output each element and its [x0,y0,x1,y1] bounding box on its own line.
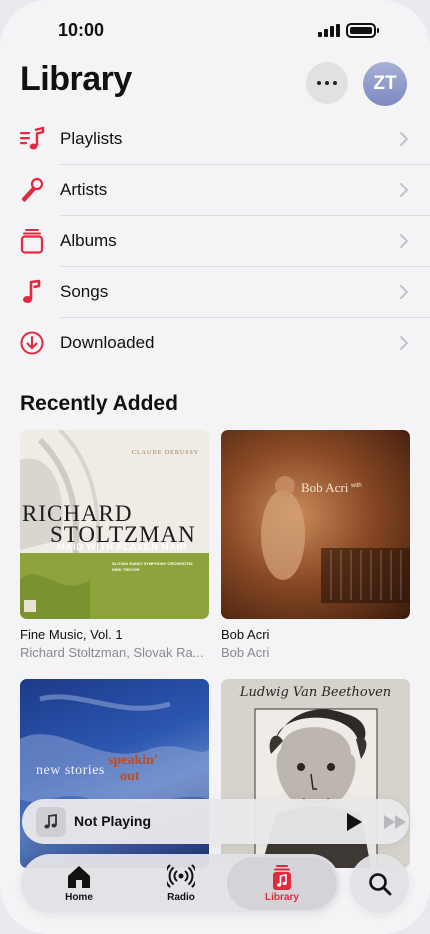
tab-bar: Home Radio Library [21,854,340,913]
album-artist: Bob Acri [221,645,270,660]
play-button[interactable] [343,811,365,833]
cover-line3: out [120,769,140,784]
cover-line2: speakin' [108,753,158,768]
album-cover: Bob Acri with [221,430,410,619]
music-note-icon [23,279,41,303]
page-title: Library [20,60,132,98]
recently-added-heading: Recently Added [20,392,178,415]
tab-radio[interactable]: Radio [131,854,231,913]
library-item-downloaded[interactable]: Downloaded [0,318,430,369]
chevron-right-icon [400,336,409,350]
cover-artist-name: Bob Acri [301,480,349,495]
search-icon [368,872,391,895]
cover-credit: DIRK TREVOR [112,567,140,572]
more-options-button[interactable] [306,62,348,104]
album-stack-icon [20,229,44,254]
tab-label: Home [65,892,93,903]
chevron-right-icon [400,183,409,197]
library-item-label: Downloaded [60,333,155,352]
library-icon [273,865,291,890]
mini-player[interactable]: Not Playing [22,799,409,844]
download-circle-icon [20,331,44,355]
battery-icon [346,23,379,38]
library-item-label: Songs [60,282,109,301]
radio-waves-icon [167,864,195,888]
phone-screen: 10:00 Library ZT Playlists Artists Album… [0,0,430,934]
album-cover-art [261,476,410,603]
album-card[interactable]: CLAUDE DEBUSSY RICHARD STOLTZMAN MAID WI… [20,430,209,660]
chevron-right-icon [400,285,409,299]
fast-forward-button[interactable] [383,813,409,831]
cover-credit: SLOVAK RADIO SYMPHONY ORCHESTRA [112,561,193,566]
tab-home[interactable]: Home [29,854,129,913]
search-button[interactable] [350,854,409,913]
tab-label: Library [265,892,299,903]
album-cover: CLAUDE DEBUSSY RICHARD STOLTZMAN MAID WI… [20,430,209,619]
home-icon [68,866,90,888]
ellipsis-icon [317,81,321,85]
mini-player-artwork [36,807,66,837]
album-title: Fine Music, Vol. 1 [20,627,123,642]
library-item-playlists[interactable]: Playlists [0,114,430,165]
cover-top-text: CLAUDE DEBUSSY [132,450,200,456]
cellular-signal-icon [318,24,340,37]
status-time: 10:00 [58,20,105,40]
cover-suffix: with [351,483,362,489]
album-title: Bob Acri [221,627,270,642]
library-item-songs[interactable]: Songs [0,267,430,318]
library-item-albums[interactable]: Albums [0,216,430,267]
library-item-label: Albums [60,231,117,250]
library-item-label: Artists [60,180,108,199]
chevron-right-icon [400,132,409,146]
playlist-icon [20,126,45,150]
album-artist: Richard Stoltzman, Slovak Ra... [20,645,204,660]
cover-subtitle: MAID WITH FLAXEN HAIR [57,542,188,553]
music-note-icon [44,814,57,829]
album-card[interactable]: Bob Acri with Bob Acri Bob Acri [221,430,410,660]
status-bar: 10:00 [0,0,430,58]
library-item-label: Playlists [60,129,123,148]
library-item-artists[interactable]: Artists [0,165,430,216]
chevron-right-icon [400,234,409,248]
library-nav-list: Playlists Artists Albums Songs Downloade… [0,114,430,369]
tab-label: Radio [167,892,195,903]
avatar[interactable]: ZT [363,62,407,106]
cover-line1: new stories [36,763,105,778]
tab-library[interactable]: Library [227,857,337,910]
microphone-icon [21,177,44,202]
now-playing-title: Not Playing [74,813,152,829]
